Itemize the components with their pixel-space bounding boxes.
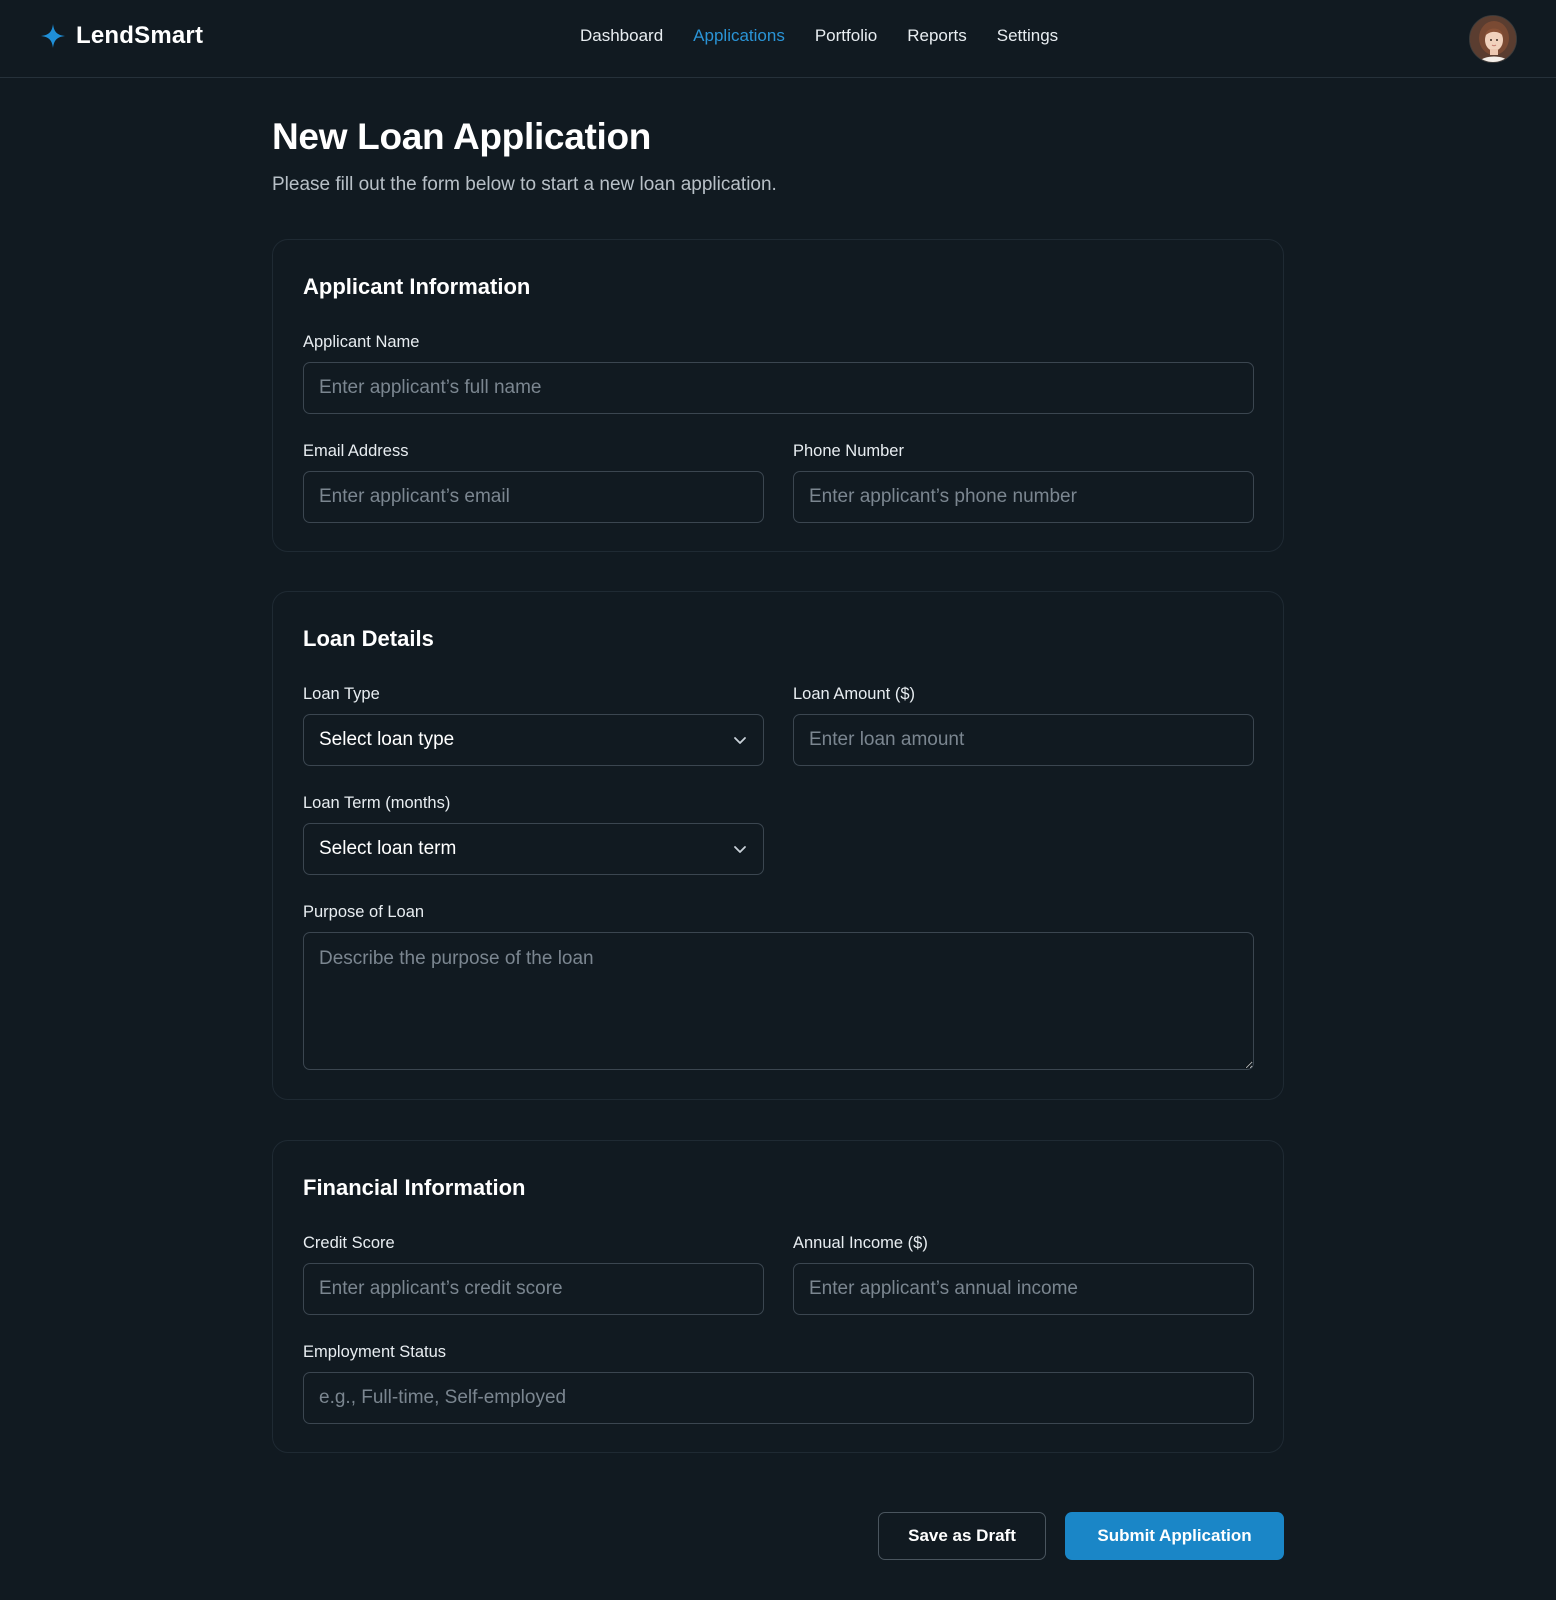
main-nav: Dashboard Applications Portfolio Reports… (580, 26, 1058, 46)
loan-amount-label: Loan Amount ($) (793, 685, 915, 703)
phone-label: Phone Number (793, 442, 904, 460)
nav-item-dashboard[interactable]: Dashboard (580, 26, 663, 46)
financial-info-title: Financial Information (303, 1175, 526, 1200)
save-draft-button[interactable]: Save as Draft (878, 1512, 1046, 1560)
loan-term-label: Loan Term (months) (303, 794, 451, 812)
loan-details-card: Loan Details Loan Type Select loan type … (272, 591, 1284, 1100)
annual-income-input[interactable] (793, 1263, 1254, 1315)
purpose-label: Purpose of Loan (303, 903, 425, 921)
nav-item-portfolio[interactable]: Portfolio (815, 26, 877, 46)
user-avatar[interactable] (1469, 15, 1517, 63)
applicant-name-label: Applicant Name (303, 333, 420, 351)
page-subtitle: Please fill out the form below to start … (272, 174, 777, 195)
employment-status-label: Employment Status (303, 1343, 447, 1361)
applicant-name-input[interactable] (303, 362, 1254, 414)
top-navbar: LendSmart Dashboard Applications Portfol… (0, 0, 1556, 78)
loan-details-title: Loan Details (303, 626, 434, 651)
financial-info-card: Financial Information Credit Score Annua… (272, 1140, 1284, 1453)
sparkle-icon (41, 24, 65, 48)
nav-item-settings[interactable]: Settings (997, 26, 1058, 46)
loan-type-label: Loan Type (303, 685, 380, 703)
brand-name: LendSmart (76, 22, 204, 49)
chevron-down-icon (734, 846, 746, 853)
avatar-icon (1470, 16, 1516, 62)
submit-application-button[interactable]: Submit Application (1065, 1512, 1284, 1560)
applicant-info-title: Applicant Information (303, 274, 531, 299)
chevron-down-icon (734, 737, 746, 744)
loan-term-select[interactable]: Select loan term (303, 823, 764, 875)
loan-type-select[interactable]: Select loan type (303, 714, 764, 766)
nav-item-applications[interactable]: Applications (693, 26, 785, 46)
credit-score-input[interactable] (303, 1263, 764, 1315)
annual-income-label: Annual Income ($) (793, 1234, 928, 1252)
nav-item-reports[interactable]: Reports (907, 26, 967, 46)
email-field[interactable] (303, 471, 764, 523)
applicant-info-card: Applicant Information Applicant Name Ema… (272, 239, 1284, 552)
loan-type-value: Select loan type (319, 729, 455, 750)
employment-status-input[interactable] (303, 1372, 1254, 1424)
brand-logo[interactable]: LendSmart (40, 22, 203, 50)
page-title: New Loan Application (272, 116, 652, 157)
phone-field[interactable] (793, 471, 1254, 523)
loan-amount-input[interactable] (793, 714, 1254, 766)
purpose-textarea[interactable] (303, 932, 1254, 1070)
loan-term-value: Select loan term (319, 838, 457, 859)
email-label: Email Address (303, 442, 409, 460)
credit-score-label: Credit Score (303, 1234, 395, 1252)
